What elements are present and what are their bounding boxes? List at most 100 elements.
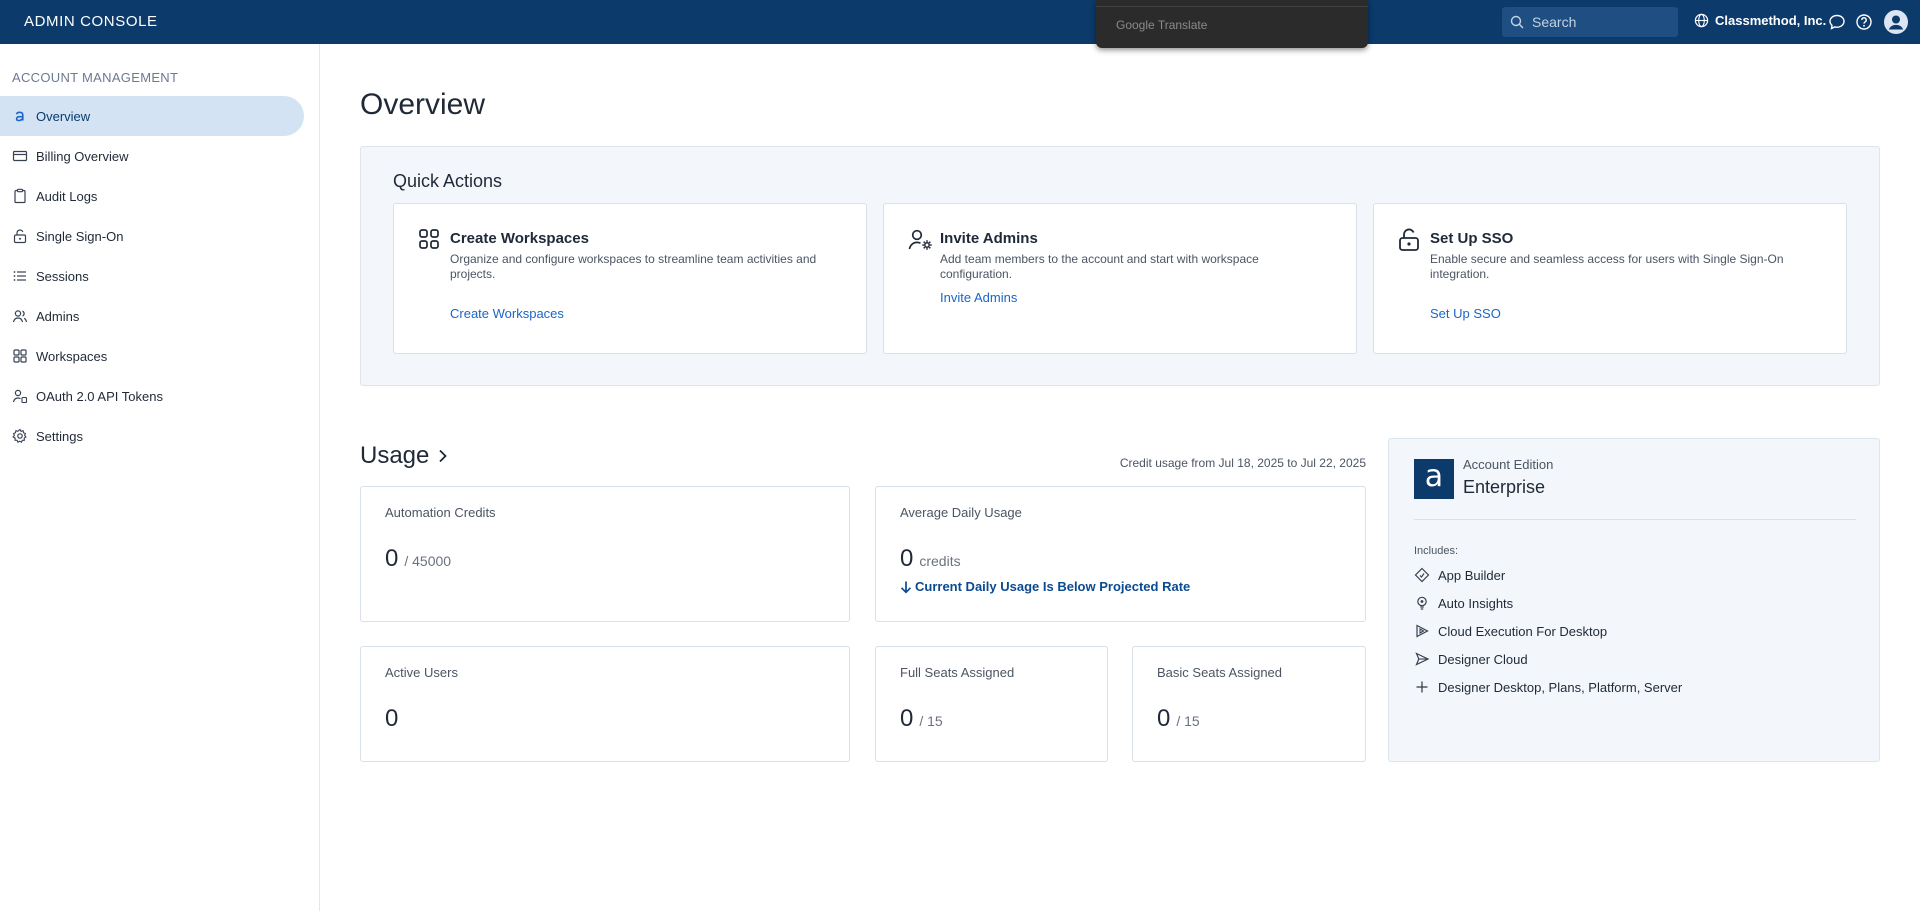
lock-open-icon [12, 228, 28, 244]
product-label: Designer Cloud [1438, 651, 1528, 667]
chevron-right-icon [437, 449, 449, 463]
sidebar-item-label: Single Sign-On [36, 228, 124, 244]
automation-credits-card: Automation Credits 0 / 45000 [360, 486, 850, 622]
edition-name: Enterprise [1463, 477, 1546, 497]
quick-actions-panel: Quick Actions Create Workspaces Organize… [360, 146, 1880, 386]
account-edition-panel: a Account Edition Enterprise Includes: A… [1388, 438, 1880, 762]
list-item: Cloud Execution For Desktop [1414, 617, 1682, 645]
included-products-list: App Builder Auto Insights Cloud Executio… [1414, 561, 1682, 701]
invite-admins-card: Invite Admins Add team members to the ac… [883, 203, 1357, 354]
stat-value: 0 / 45000 [385, 545, 451, 573]
app-builder-icon [1414, 567, 1430, 583]
help-icon[interactable] [1855, 13, 1873, 31]
card-description: Enable secure and seamless access for us… [1430, 252, 1784, 281]
org-switcher[interactable]: Classmethod, Inc. [1694, 13, 1826, 28]
sidebar-item-label: Audit Logs [36, 188, 98, 204]
basic-seats-card: Basic Seats Assigned 0 / 15 [1132, 646, 1366, 762]
create-workspaces-card: Create Workspaces Organize and configure… [393, 203, 867, 354]
active-users-card: Active Users 0 [360, 646, 850, 762]
users-icon [12, 308, 28, 324]
sidebar-item-audit-logs[interactable]: Audit Logs [0, 176, 304, 216]
full-seats-value: 0 [900, 705, 914, 732]
sidebar-item-admins[interactable]: Admins [0, 296, 304, 336]
sidebar-item-label: Workspaces [36, 348, 108, 364]
google-translate-popup[interactable]: Google Translate [1096, 0, 1368, 48]
lightbulb-icon [1414, 595, 1430, 611]
stat-label: Average Daily Usage [900, 505, 1022, 520]
sidebar-item-sessions[interactable]: Sessions [0, 256, 304, 296]
lock-open-icon [1398, 228, 1420, 252]
list-icon [12, 268, 28, 284]
gear-icon [12, 428, 28, 444]
page-title: Overview [360, 88, 486, 121]
sidebar-item-label: Admins [36, 308, 80, 324]
chat-icon[interactable] [1828, 13, 1846, 31]
sidebar: ACCOUNT MANAGEMENT Overview Billing Over… [0, 44, 320, 911]
globe-icon [1694, 13, 1709, 28]
search-icon [1510, 15, 1524, 29]
org-name: Classmethod, Inc. [1715, 13, 1827, 28]
full-seats-card: Full Seats Assigned 0 / 15 [875, 646, 1108, 762]
sidebar-item-billing-overview[interactable]: Billing Overview [0, 136, 304, 176]
create-workspaces-link[interactable]: Create Workspaces [450, 306, 564, 321]
average-daily-usage-unit: credits [919, 553, 961, 569]
stat-value: 0 [385, 705, 398, 733]
stat-value: 0 / 15 [1157, 705, 1200, 733]
list-item: Designer Cloud [1414, 645, 1682, 673]
top-bar: ADMIN CONSOLE Google Translate Search Cl… [0, 0, 1920, 48]
sidebar-nav: Overview Billing Overview Audit Logs Sin… [0, 96, 304, 456]
product-label: Auto Insights [1438, 595, 1514, 611]
divider [1414, 519, 1856, 520]
popup-divider [1096, 6, 1368, 7]
arrow-down-icon [900, 580, 912, 594]
set-up-sso-link[interactable]: Set Up SSO [1430, 306, 1501, 321]
sidebar-item-label: Billing Overview [36, 148, 129, 164]
stat-value: 0 / 15 [900, 705, 943, 733]
sidebar-item-label: Settings [36, 428, 83, 444]
sidebar-item-oauth-tokens[interactable]: OAuth 2.0 API Tokens [0, 376, 304, 416]
usage-title: Usage [360, 442, 430, 469]
brand-title[interactable]: ADMIN CONSOLE [24, 13, 158, 30]
user-avatar-icon[interactable] [1884, 10, 1908, 34]
sidebar-item-overview[interactable]: Overview [0, 96, 304, 136]
edition-label: Account Edition [1463, 457, 1554, 472]
sidebar-item-workspaces[interactable]: Workspaces [0, 336, 304, 376]
stat-label: Active Users [385, 665, 458, 680]
sidebar-item-settings[interactable]: Settings [0, 416, 304, 456]
card-title: Invite Admins [940, 230, 1038, 247]
active-users-value: 0 [385, 705, 399, 732]
sidebar-item-single-sign-on[interactable]: Single Sign-On [0, 216, 304, 256]
includes-label: Includes: [1414, 545, 1459, 557]
user-key-icon [12, 388, 28, 404]
send-icon [1414, 651, 1430, 667]
card-description: Add team members to the account and star… [940, 252, 1259, 281]
stat-value: 0 credits [900, 545, 961, 573]
average-daily-usage-value: 0 [900, 545, 914, 572]
sidebar-item-label: Overview [36, 108, 91, 124]
list-item: Auto Insights [1414, 589, 1682, 617]
product-label: App Builder [1438, 567, 1506, 583]
stat-label: Automation Credits [385, 505, 496, 520]
quick-actions-title: Quick Actions [393, 171, 503, 191]
card-title: Set Up SSO [1430, 230, 1514, 247]
stat-label: Basic Seats Assigned [1157, 665, 1283, 680]
logo-a-icon [12, 108, 28, 124]
grid-icon [12, 348, 28, 364]
list-item: App Builder [1414, 561, 1682, 589]
clipboard-icon [12, 188, 28, 204]
list-item: Designer Desktop, Plans, Platform, Serve… [1414, 673, 1682, 701]
search-input[interactable]: Search [1502, 7, 1678, 37]
user-gear-icon [908, 228, 934, 252]
automation-credits-total: / 45000 [404, 553, 452, 569]
product-label: Designer Desktop, Plans, Platform, Serve… [1438, 679, 1683, 695]
invite-admins-link[interactable]: Invite Admins [940, 290, 1017, 305]
product-label: Cloud Execution For Desktop [1438, 623, 1608, 639]
automation-credits-value: 0 [385, 545, 399, 572]
play-triangle-icon [1414, 623, 1430, 639]
average-daily-usage-card: Average Daily Usage 0 credits Current Da… [875, 486, 1366, 622]
credit-usage-range: Credit usage from Jul 18, 2025 to Jul 22… [1119, 456, 1366, 470]
search-placeholder: Search [1532, 14, 1577, 30]
projection-text: Current Daily Usage Is Below Projected R… [915, 579, 1191, 594]
usage-title-link[interactable]: Usage [360, 442, 449, 470]
set-up-sso-card: Set Up SSO Enable secure and seamless ac… [1373, 203, 1847, 354]
